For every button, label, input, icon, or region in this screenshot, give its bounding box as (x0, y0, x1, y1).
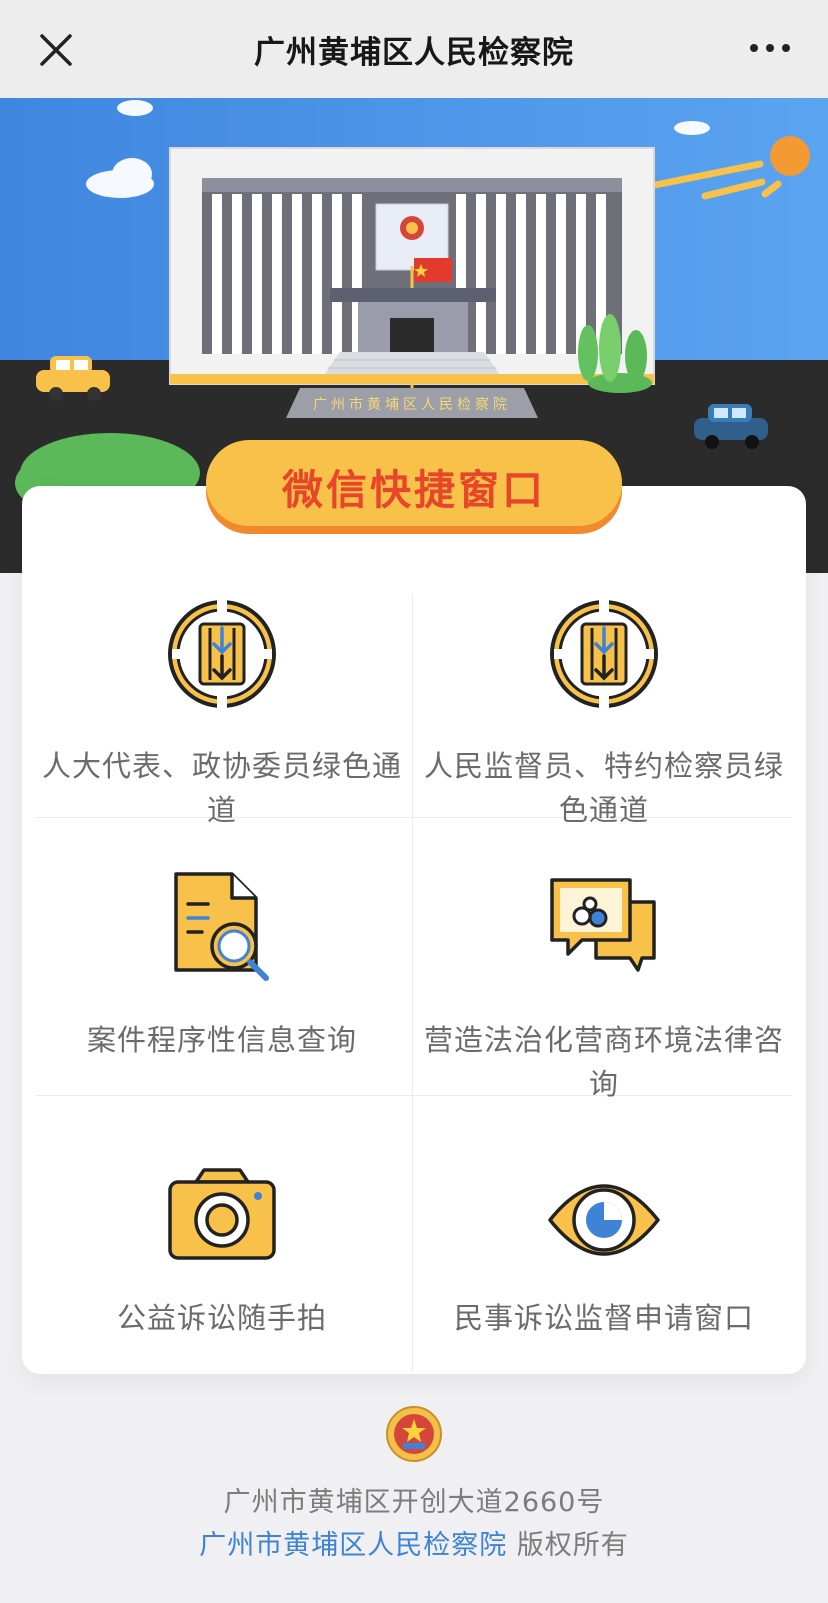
footer-copyright: 广州市黄埔区人民检察院 版权所有 (0, 1523, 828, 1562)
camera-icon (168, 1168, 276, 1260)
page-title: 广州黄埔区人民检察院 (254, 34, 574, 71)
tile-legal-consult[interactable]: 营造法治化营商环境法律咨询 (414, 866, 794, 1101)
document-search-icon (174, 872, 269, 981)
procuratorate-emblem-icon (386, 1406, 442, 1462)
nav-bar: 广州黄埔区人民检察院 (0, 0, 828, 98)
chat-consult-icon (550, 878, 656, 972)
tile-public-interest-photo[interactable]: 公益诉讼随手拍 (32, 1160, 412, 1372)
footer-address: 广州市黄埔区开创大道2660号 (223, 1487, 605, 1518)
rights-text: 版权所有 (507, 1530, 629, 1561)
tile-label: 人大代表、政协委员绿色通道 (42, 749, 403, 827)
grid-divider (412, 594, 413, 1372)
green-channel-icon (168, 600, 276, 708)
ribbon-banner: 微信快捷窗口 (204, 440, 624, 538)
tile-case-info-query[interactable]: 案件程序性信息查询 (32, 866, 412, 1094)
ribbon-title: 微信快捷窗口 (282, 466, 546, 514)
tile-label: 人民监督员、特约检察员绿色通道 (424, 749, 785, 827)
tile-supervisor-green-channel[interactable]: 人民监督员、特约检察员绿色通道 (414, 594, 794, 827)
more-dots-icon[interactable] (748, 38, 792, 58)
tile-label: 公益诉讼随手拍 (116, 1301, 327, 1335)
tile-civil-litigation-supervision[interactable]: 民事诉讼监督申请窗口 (414, 1160, 794, 1372)
org-link[interactable]: 广州市黄埔区人民检察院 (199, 1530, 507, 1561)
green-channel-icon (550, 600, 658, 708)
tile-npc-green-channel[interactable]: 人大代表、政协委员绿色通道 (32, 594, 412, 827)
tile-label: 案件程序性信息查询 (86, 1023, 357, 1057)
close-icon[interactable] (36, 30, 76, 70)
tile-label: 民事诉讼监督申请窗口 (453, 1301, 754, 1335)
tile-label: 营造法治化营商环境法律咨询 (424, 1023, 785, 1101)
building-sign: 广州市黄埔区人民检察院 (313, 396, 511, 413)
eye-icon (548, 1184, 660, 1256)
